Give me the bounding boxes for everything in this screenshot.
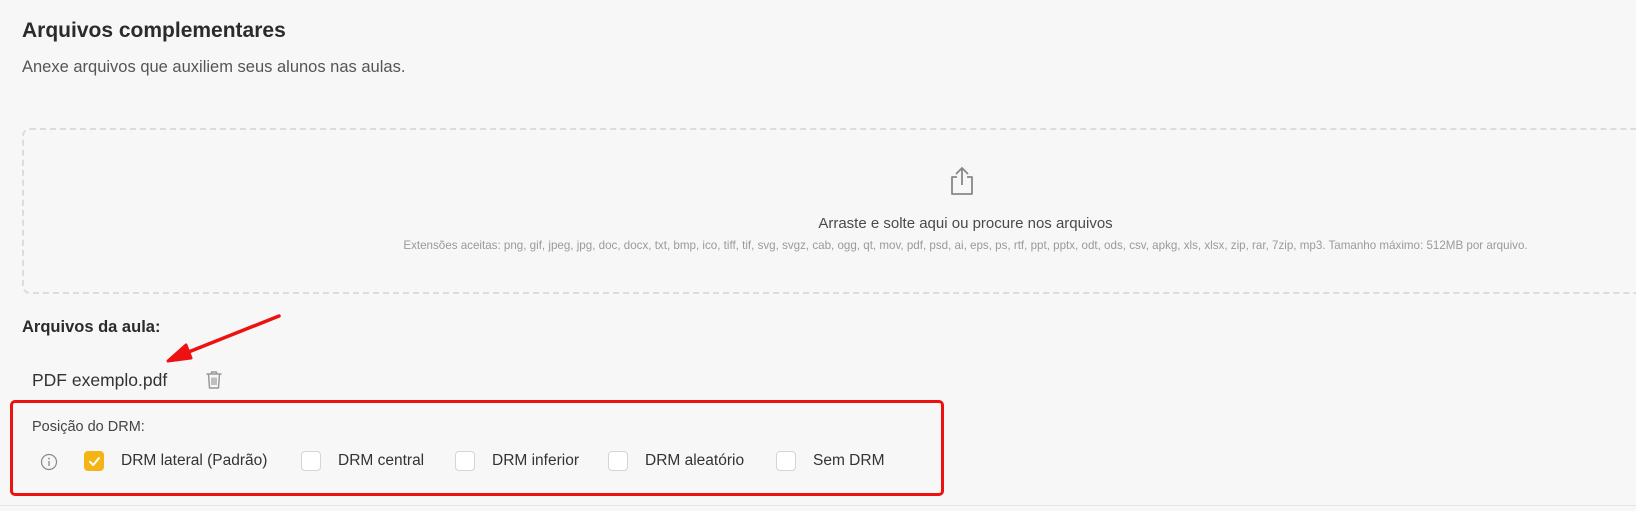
drm-option-aleatorio[interactable]: DRM aleatório xyxy=(608,450,744,472)
drm-option-central[interactable]: DRM central xyxy=(301,450,424,472)
drm-option-lateral[interactable]: DRM lateral (Padrão) xyxy=(84,450,267,472)
drm-option-sem-drm[interactable]: Sem DRM xyxy=(776,450,884,472)
drm-annotation-highlight xyxy=(10,400,944,496)
drm-checkbox-aleatorio[interactable] xyxy=(608,451,628,471)
drm-option-label: Sem DRM xyxy=(813,452,885,469)
drm-checkbox-inferior[interactable] xyxy=(455,451,475,471)
drm-option-label: DRM inferior xyxy=(492,452,579,469)
dropzone-extensions-wrap: Extensões aceitas: png, gif, jpeg, jpg, … xyxy=(0,239,1636,252)
drm-option-inferior[interactable]: DRM inferior xyxy=(455,450,579,472)
drm-option-label: DRM aleatório xyxy=(645,452,745,469)
section-title: Arquivos complementares xyxy=(22,19,286,42)
drm-option-label: DRM lateral (Padrão) xyxy=(121,452,268,469)
drm-position-label: Posição do DRM: xyxy=(32,419,145,435)
divider xyxy=(0,505,1636,506)
drm-checkbox-central[interactable] xyxy=(301,451,321,471)
lesson-files-heading: Arquivos da aula: xyxy=(22,318,161,336)
drm-checkbox-lateral[interactable] xyxy=(84,451,104,471)
section-subtitle: Anexe arquivos que auxiliem seus alunos … xyxy=(22,58,406,76)
trash-icon[interactable] xyxy=(205,370,223,390)
file-dropzone[interactable] xyxy=(22,128,1636,294)
dropzone-browse-text[interactable]: Arraste e solte aqui ou procure nos arqu… xyxy=(0,215,1636,232)
complementary-files-page: Arquivos complementares Anexe arquivos q… xyxy=(0,0,1636,511)
file-item-name: PDF exemplo.pdf xyxy=(32,370,168,390)
drm-checkbox-sem-drm[interactable] xyxy=(776,451,796,471)
dropzone-extensions-text: Extensões aceitas: png, gif, jpeg, jpg, … xyxy=(403,239,1528,252)
drm-option-label: DRM central xyxy=(338,452,425,469)
info-icon[interactable] xyxy=(40,453,58,471)
upload-icon xyxy=(951,167,973,195)
checkmark-icon xyxy=(88,456,100,466)
